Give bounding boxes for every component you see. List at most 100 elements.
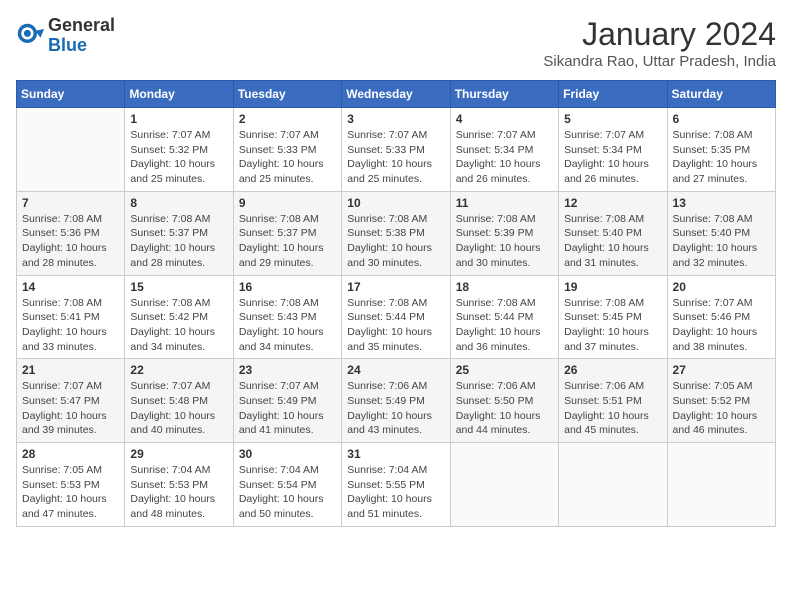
day-number: 4 bbox=[456, 112, 553, 126]
day-number: 28 bbox=[22, 447, 119, 461]
day-info: Sunrise: 7:08 AM Sunset: 5:44 PM Dayligh… bbox=[456, 296, 553, 355]
day-info: Sunrise: 7:06 AM Sunset: 5:51 PM Dayligh… bbox=[564, 379, 661, 438]
day-number: 15 bbox=[130, 280, 227, 294]
day-info: Sunrise: 7:08 AM Sunset: 5:40 PM Dayligh… bbox=[673, 212, 770, 271]
day-info: Sunrise: 7:07 AM Sunset: 5:33 PM Dayligh… bbox=[239, 128, 336, 187]
day-number: 17 bbox=[347, 280, 444, 294]
calendar-cell: 11 Sunrise: 7:08 AM Sunset: 5:39 PM Dayli… bbox=[450, 191, 558, 275]
calendar-cell: 18 Sunrise: 7:08 AM Sunset: 5:44 PM Dayli… bbox=[450, 275, 558, 359]
calendar-cell: 29 Sunrise: 7:04 AM Sunset: 5:53 PM Dayli… bbox=[125, 443, 233, 527]
weekday-header-wednesday: Wednesday bbox=[342, 81, 450, 108]
day-info: Sunrise: 7:08 AM Sunset: 5:35 PM Dayligh… bbox=[673, 128, 770, 187]
day-info: Sunrise: 7:07 AM Sunset: 5:34 PM Dayligh… bbox=[564, 128, 661, 187]
day-number: 18 bbox=[456, 280, 553, 294]
day-info: Sunrise: 7:08 AM Sunset: 5:36 PM Dayligh… bbox=[22, 212, 119, 271]
day-number: 22 bbox=[130, 363, 227, 377]
day-info: Sunrise: 7:07 AM Sunset: 5:33 PM Dayligh… bbox=[347, 128, 444, 187]
weekday-header-tuesday: Tuesday bbox=[233, 81, 341, 108]
calendar-cell: 6 Sunrise: 7:08 AM Sunset: 5:35 PM Daylig… bbox=[667, 108, 775, 192]
calendar-cell: 10 Sunrise: 7:08 AM Sunset: 5:38 PM Dayli… bbox=[342, 191, 450, 275]
calendar-cell: 16Sunrise: 7:08 AM Sunset: 5:43 PM Dayli… bbox=[233, 275, 341, 359]
calendar-cell: 17 Sunrise: 7:08 AM Sunset: 5:44 PM Dayli… bbox=[342, 275, 450, 359]
weekday-header-thursday: Thursday bbox=[450, 81, 558, 108]
day-number: 13 bbox=[673, 196, 770, 210]
day-number: 10 bbox=[347, 196, 444, 210]
day-number: 30 bbox=[239, 447, 336, 461]
weekday-header-sunday: Sunday bbox=[17, 81, 125, 108]
calendar-cell: 8Sunrise: 7:08 AM Sunset: 5:37 PM Daylig… bbox=[125, 191, 233, 275]
day-number: 31 bbox=[347, 447, 444, 461]
logo: General Blue bbox=[16, 16, 115, 56]
day-info: Sunrise: 7:08 AM Sunset: 5:42 PM Dayligh… bbox=[130, 296, 227, 355]
day-number: 27 bbox=[673, 363, 770, 377]
day-number: 1 bbox=[130, 112, 227, 126]
calendar-cell: 15 Sunrise: 7:08 AM Sunset: 5:42 PM Dayli… bbox=[125, 275, 233, 359]
calendar-cell bbox=[450, 443, 558, 527]
day-info: Sunrise: 7:05 AM Sunset: 5:52 PM Dayligh… bbox=[673, 379, 770, 438]
calendar-cell: 9Sunrise: 7:08 AM Sunset: 5:37 PM Daylig… bbox=[233, 191, 341, 275]
week-row-2: 7Sunrise: 7:08 AM Sunset: 5:36 PM Daylig… bbox=[17, 191, 776, 275]
logo-text: General Blue bbox=[48, 16, 115, 56]
weekday-header-row: SundayMondayTuesdayWednesdayThursdayFrid… bbox=[17, 81, 776, 108]
day-info: Sunrise: 7:04 AM Sunset: 5:55 PM Dayligh… bbox=[347, 463, 444, 522]
day-info: Sunrise: 7:04 AM Sunset: 5:54 PM Dayligh… bbox=[239, 463, 336, 522]
calendar-cell: 24Sunrise: 7:06 AM Sunset: 5:49 PM Dayli… bbox=[342, 359, 450, 443]
calendar-cell: 19 Sunrise: 7:08 AM Sunset: 5:45 PM Dayli… bbox=[559, 275, 667, 359]
calendar-cell bbox=[559, 443, 667, 527]
logo-icon bbox=[16, 22, 44, 50]
day-number: 21 bbox=[22, 363, 119, 377]
day-info: Sunrise: 7:07 AM Sunset: 5:32 PM Dayligh… bbox=[130, 128, 227, 187]
day-info: Sunrise: 7:08 AM Sunset: 5:38 PM Dayligh… bbox=[347, 212, 444, 271]
day-info: Sunrise: 7:04 AM Sunset: 5:53 PM Dayligh… bbox=[130, 463, 227, 522]
day-number: 14 bbox=[22, 280, 119, 294]
calendar-cell: 22 Sunrise: 7:07 AM Sunset: 5:48 PM Dayli… bbox=[125, 359, 233, 443]
calendar-cell: 30 Sunrise: 7:04 AM Sunset: 5:54 PM Dayli… bbox=[233, 443, 341, 527]
weekday-header-friday: Friday bbox=[559, 81, 667, 108]
calendar-cell: 31 Sunrise: 7:04 AM Sunset: 5:55 PM Dayli… bbox=[342, 443, 450, 527]
month-year: January 2024 bbox=[543, 16, 776, 53]
calendar-cell: 14 Sunrise: 7:08 AM Sunset: 5:41 PM Dayli… bbox=[17, 275, 125, 359]
day-info: Sunrise: 7:07 AM Sunset: 5:48 PM Dayligh… bbox=[130, 379, 227, 438]
day-number: 2 bbox=[239, 112, 336, 126]
calendar-cell: 27 Sunrise: 7:05 AM Sunset: 5:52 PM Dayli… bbox=[667, 359, 775, 443]
calendar-cell: 3 Sunrise: 7:07 AM Sunset: 5:33 PM Daylig… bbox=[342, 108, 450, 192]
day-info: Sunrise: 7:08 AM Sunset: 5:44 PM Dayligh… bbox=[347, 296, 444, 355]
calendar-cell bbox=[17, 108, 125, 192]
day-number: 6 bbox=[673, 112, 770, 126]
day-info: Sunrise: 7:08 AM Sunset: 5:45 PM Dayligh… bbox=[564, 296, 661, 355]
calendar-cell: 25Sunrise: 7:06 AM Sunset: 5:50 PM Dayli… bbox=[450, 359, 558, 443]
day-info: Sunrise: 7:08 AM Sunset: 5:37 PM Dayligh… bbox=[239, 212, 336, 271]
calendar-cell: 1 Sunrise: 7:07 AM Sunset: 5:32 PM Daylig… bbox=[125, 108, 233, 192]
calendar-cell: 28Sunrise: 7:05 AM Sunset: 5:53 PM Dayli… bbox=[17, 443, 125, 527]
day-number: 29 bbox=[130, 447, 227, 461]
day-number: 11 bbox=[456, 196, 553, 210]
week-row-1: 1 Sunrise: 7:07 AM Sunset: 5:32 PM Daylig… bbox=[17, 108, 776, 192]
week-row-3: 14 Sunrise: 7:08 AM Sunset: 5:41 PM Dayli… bbox=[17, 275, 776, 359]
day-info: Sunrise: 7:08 AM Sunset: 5:40 PM Dayligh… bbox=[564, 212, 661, 271]
weekday-header-saturday: Saturday bbox=[667, 81, 775, 108]
page-header: General Blue January 2024 Sikandra Rao, … bbox=[16, 16, 776, 70]
day-number: 24 bbox=[347, 363, 444, 377]
location: Sikandra Rao, Uttar Pradesh, India bbox=[543, 53, 776, 70]
day-info: Sunrise: 7:07 AM Sunset: 5:49 PM Dayligh… bbox=[239, 379, 336, 438]
day-number: 3 bbox=[347, 112, 444, 126]
calendar-table: SundayMondayTuesdayWednesdayThursdayFrid… bbox=[16, 80, 776, 527]
calendar-cell: 4 Sunrise: 7:07 AM Sunset: 5:34 PM Daylig… bbox=[450, 108, 558, 192]
week-row-5: 28Sunrise: 7:05 AM Sunset: 5:53 PM Dayli… bbox=[17, 443, 776, 527]
day-info: Sunrise: 7:07 AM Sunset: 5:46 PM Dayligh… bbox=[673, 296, 770, 355]
day-number: 26 bbox=[564, 363, 661, 377]
title-block: January 2024 Sikandra Rao, Uttar Pradesh… bbox=[543, 16, 776, 70]
day-number: 23 bbox=[239, 363, 336, 377]
calendar-cell: 12Sunrise: 7:08 AM Sunset: 5:40 PM Dayli… bbox=[559, 191, 667, 275]
day-number: 8 bbox=[130, 196, 227, 210]
calendar-cell: 26 Sunrise: 7:06 AM Sunset: 5:51 PM Dayli… bbox=[559, 359, 667, 443]
day-info: Sunrise: 7:06 AM Sunset: 5:50 PM Dayligh… bbox=[456, 379, 553, 438]
day-number: 19 bbox=[564, 280, 661, 294]
calendar-cell: 2 Sunrise: 7:07 AM Sunset: 5:33 PM Daylig… bbox=[233, 108, 341, 192]
calendar-cell: 5Sunrise: 7:07 AM Sunset: 5:34 PM Daylig… bbox=[559, 108, 667, 192]
day-info: Sunrise: 7:08 AM Sunset: 5:41 PM Dayligh… bbox=[22, 296, 119, 355]
weekday-header-monday: Monday bbox=[125, 81, 233, 108]
day-number: 20 bbox=[673, 280, 770, 294]
day-info: Sunrise: 7:07 AM Sunset: 5:34 PM Dayligh… bbox=[456, 128, 553, 187]
day-info: Sunrise: 7:08 AM Sunset: 5:39 PM Dayligh… bbox=[456, 212, 553, 271]
